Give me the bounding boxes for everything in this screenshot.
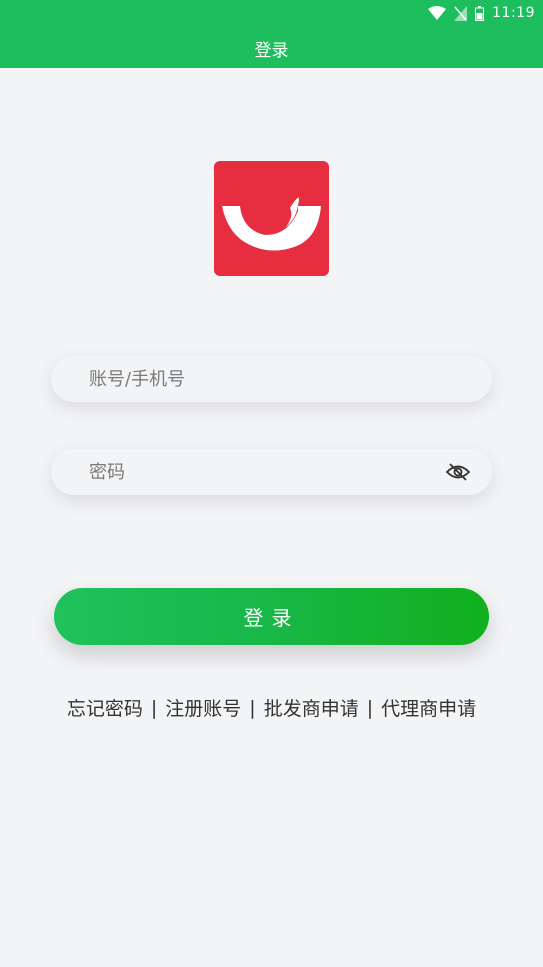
- page-title: 登录: [254, 41, 289, 61]
- auth-links: 忘记密码 | 注册账号 | 批发商申请 | 代理商申请: [0, 694, 543, 721]
- wifi-icon: [428, 6, 447, 20]
- status-time: 11:19: [492, 5, 535, 21]
- password-input[interactable]: [87, 460, 431, 484]
- wholesaler-apply-link[interactable]: 批发商申请: [264, 694, 359, 721]
- no-sim-icon: [454, 5, 468, 21]
- agent-apply-link[interactable]: 代理商申请: [381, 694, 476, 721]
- eye-off-icon[interactable]: [445, 461, 471, 483]
- app-header: 11:19 登录: [0, 0, 543, 68]
- register-link[interactable]: 注册账号: [165, 694, 241, 721]
- password-field[interactable]: [51, 449, 492, 495]
- app-logo: [214, 161, 329, 276]
- battery-icon: [475, 5, 485, 21]
- smile-logo-icon: [222, 197, 321, 251]
- forgot-password-link[interactable]: 忘记密码: [67, 694, 143, 721]
- link-separator: |: [366, 696, 374, 719]
- username-field[interactable]: [51, 356, 492, 402]
- status-bar: 11:19: [428, 4, 535, 22]
- login-button[interactable]: 登录: [54, 588, 489, 645]
- username-input[interactable]: [87, 367, 431, 391]
- link-separator: |: [150, 696, 158, 719]
- link-separator: |: [249, 696, 256, 719]
